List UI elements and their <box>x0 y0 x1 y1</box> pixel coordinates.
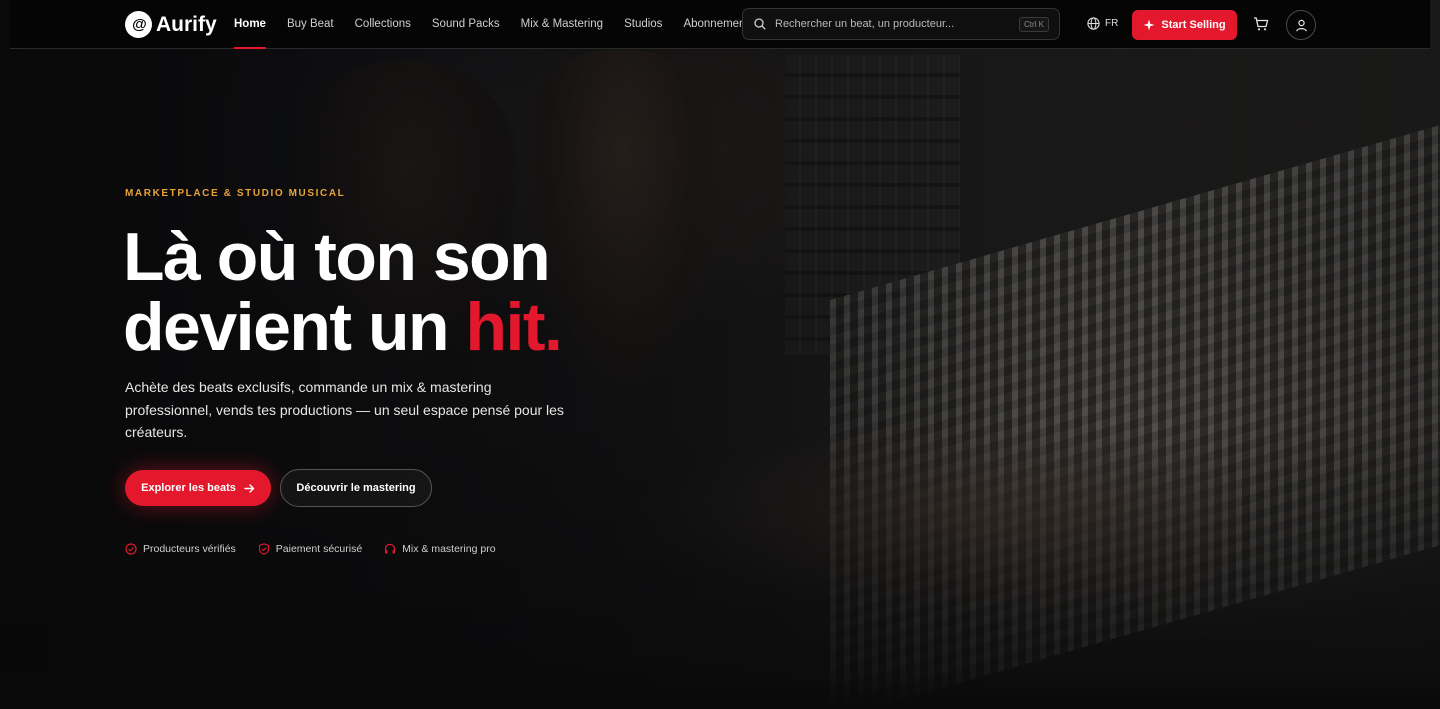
check-circle-icon <box>125 543 137 555</box>
globe-icon <box>1087 17 1100 30</box>
hero-bottom-fade <box>0 669 1440 709</box>
discover-mastering-button[interactable]: Découvrir le mastering <box>280 469 432 507</box>
discover-mastering-label: Découvrir le mastering <box>296 482 416 494</box>
badge-secure-payment: Paiement sécurisé <box>258 543 362 555</box>
search-input[interactable]: Rechercher un beat, un producteur... Ctr… <box>742 8 1060 40</box>
badge-label: Paiement sécurisé <box>275 543 363 555</box>
badge-pro-mixing: Mix & mastering pro <box>384 543 496 555</box>
hero-title-line2: devient un <box>123 289 466 365</box>
search-placeholder: Rechercher un beat, un producteur... <box>775 18 955 30</box>
nav-link-buy-beat[interactable]: Buy Beat <box>287 0 334 49</box>
navbar: @ Aurify Home Buy Beat Collections Sound… <box>10 0 1430 49</box>
sparkle-icon <box>1143 19 1155 31</box>
hero-title-line1: Là où ton son <box>123 219 551 295</box>
user-account-button[interactable] <box>1286 10 1316 40</box>
logo-link[interactable]: @ Aurify <box>125 11 217 38</box>
logo-text: Aurify <box>156 12 217 36</box>
hero-title: Là où ton son devient un hit. <box>123 219 563 365</box>
language-label: FR <box>1105 18 1119 29</box>
logo-icon: @ <box>125 11 152 38</box>
shield-check-icon <box>258 543 269 555</box>
search-shortcut-badge: Ctrl K <box>1019 17 1049 32</box>
nav-link-home[interactable]: Home <box>234 0 266 49</box>
explore-beats-button[interactable]: Explorer les beats <box>125 470 271 506</box>
hero-eyebrow: MARKETPLACE & STUDIO MUSICAL <box>125 188 346 199</box>
nav-link-sound-packs[interactable]: Sound Packs <box>432 0 500 49</box>
nav-link-studios[interactable]: Studios <box>624 0 662 49</box>
badge-label: Producteurs vérifiés <box>143 543 236 555</box>
search-icon <box>754 18 766 30</box>
start-selling-button[interactable]: Start Selling <box>1132 10 1237 40</box>
trust-badges: Producteurs vérifiés Paiement sécurisé M… <box>125 543 496 555</box>
user-icon <box>1295 19 1307 31</box>
explore-beats-label: Explorer les beats <box>141 482 236 494</box>
nav-link-mix-mastering[interactable]: Mix & Mastering <box>521 0 603 49</box>
language-selector[interactable]: FR <box>1087 17 1118 30</box>
start-selling-label: Start Selling <box>1161 19 1226 31</box>
nav-links: Home Buy Beat Collections Sound Packs Mi… <box>234 0 775 49</box>
hero-description: Achète des beats exclusifs, commande un … <box>125 379 564 440</box>
cart-icon[interactable] <box>1253 16 1269 32</box>
badge-label: Mix & mastering pro <box>402 543 496 555</box>
arrow-right-icon <box>244 483 255 493</box>
headphones-icon <box>385 543 396 554</box>
badge-verified-producers: Producteurs vérifiés <box>125 543 236 555</box>
hero-title-highlight: hit. <box>465 289 562 365</box>
nav-link-collections[interactable]: Collections <box>355 0 411 49</box>
